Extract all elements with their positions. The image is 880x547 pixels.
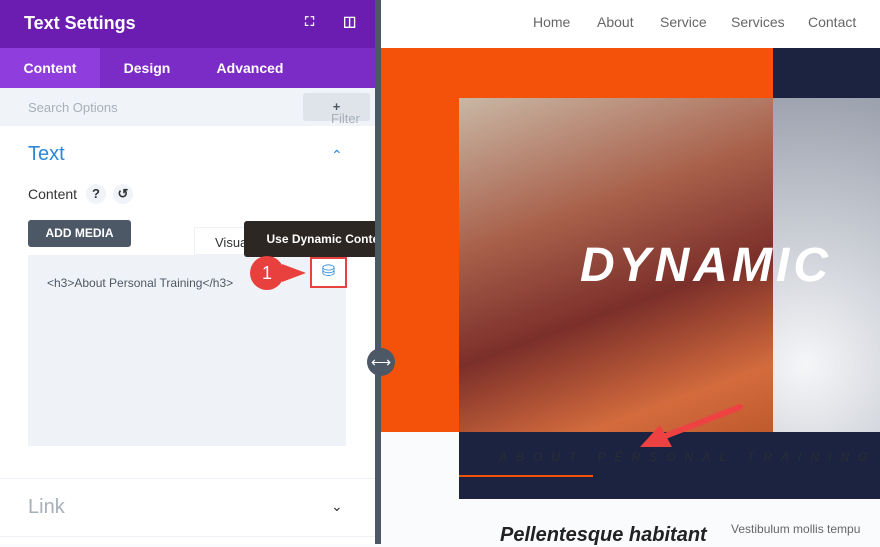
chevron-down-icon[interactable]: ⌄	[331, 498, 343, 515]
fullscreen-icon[interactable]: ⛶	[305, 14, 314, 30]
badge-pointer	[282, 264, 306, 282]
tab-advanced[interactable]: Advanced	[194, 48, 306, 88]
panel-tabs: Content Design Advanced	[0, 48, 381, 88]
tab-content[interactable]: Content	[0, 48, 100, 88]
search-input[interactable]: Search Options	[28, 100, 118, 115]
filter-button[interactable]: + Filter	[303, 93, 370, 126]
reset-icon[interactable]: ↺	[113, 184, 133, 204]
step-badge: 1	[250, 256, 284, 290]
dynamic-content-icon[interactable]: ⛁	[310, 257, 347, 288]
nav-about[interactable]: About	[597, 14, 634, 30]
chevron-up-icon[interactable]: ⌃	[331, 147, 343, 164]
divider	[0, 478, 375, 479]
annotation-arrow	[640, 404, 743, 447]
content-body: Vestibulum mollis tempu	[731, 522, 861, 536]
site-nav: Home About Service Services Contact	[381, 0, 880, 48]
panel-title: Text Settings	[24, 13, 136, 33]
section-title-text[interactable]: Text	[28, 143, 65, 166]
accent-line	[459, 475, 593, 477]
tab-design[interactable]: Design	[100, 48, 194, 88]
split-view-icon[interactable]: ◫	[343, 13, 356, 30]
hero-text: DYNAMIC	[580, 239, 832, 292]
divider	[0, 536, 375, 537]
help-icon[interactable]: ?	[86, 184, 106, 204]
nav-home[interactable]: Home	[533, 14, 570, 30]
nav-service[interactable]: Service	[660, 14, 707, 30]
nav-services[interactable]: Services	[731, 14, 785, 30]
search-options[interactable]: Search Options + Filter	[0, 88, 375, 126]
filter-label: Filter	[331, 111, 360, 126]
panel-header: Text Settings ⛶ ◫	[0, 0, 381, 48]
content-label: Content	[28, 186, 78, 202]
section-title-link[interactable]: Link	[28, 496, 65, 519]
resize-handle-icon[interactable]: ⟷	[367, 348, 395, 376]
add-media-button[interactable]: ADD MEDIA	[28, 220, 131, 247]
nav-contact[interactable]: Contact	[808, 14, 856, 30]
content-textarea[interactable]: <h3>About Personal Training</h3>	[28, 255, 346, 446]
